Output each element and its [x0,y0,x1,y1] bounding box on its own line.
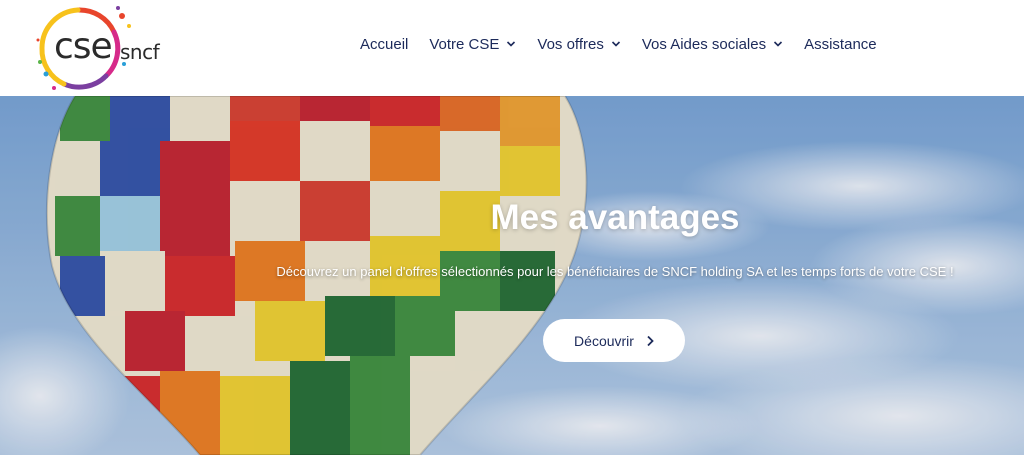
nav-item-assistance[interactable]: Assistance [804,36,877,53]
nav-item-label: Accueil [360,35,409,53]
chevron-right-icon [647,335,654,346]
nav-item-label: Assistance [804,35,877,53]
nav-item-label: Votre CSE [429,35,500,53]
hero-subtitle: Découvrez un panel d'offres sélectionnés… [276,264,954,279]
hero-title: Mes avantages [490,198,740,237]
chevron-down-icon [774,41,783,47]
nav-item-votre-cse[interactable]: Votre CSE [429,36,516,53]
main-nav: Accueil Votre CSE Vos offres Vos Aides s… [360,34,898,54]
decouvrir-button[interactable]: Découvrir [543,319,685,362]
chevron-down-icon [611,41,620,47]
nav-item-label: Vos offres [537,35,604,53]
chevron-down-icon [507,41,516,47]
logo-text-sncf: sncf [120,40,160,64]
nav-item-accueil[interactable]: Accueil [360,36,408,53]
nav-item-label: Vos Aides sociales [641,35,767,53]
logo-text-cse: cse [54,26,113,67]
nav-item-vos-offres[interactable]: Vos offres [537,36,620,53]
nav-item-aides-sociales[interactable]: Vos Aides sociales [642,36,783,53]
cse-sncf-logo[interactable]: cse sncf [34,4,184,92]
site-header: cse sncf Accueil Votre CSE Vos offres Vo… [0,0,1024,96]
hero-banner: Mes avantages Découvrez un panel d'offre… [0,96,1024,455]
decouvrir-button-label: Découvrir [574,332,634,349]
